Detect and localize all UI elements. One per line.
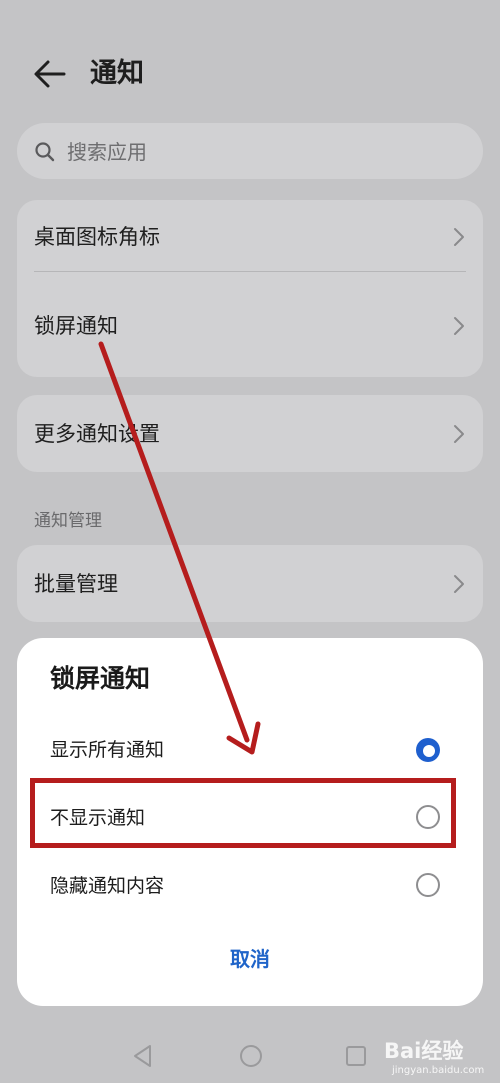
row-lockscreen-notification-label[interactable]: 锁屏通知 <box>34 311 118 341</box>
watermark-logo: Bai经验 <box>384 1039 464 1063</box>
radio-hide-content[interactable] <box>416 873 440 897</box>
option-hide-content-label[interactable]: 隐藏通知内容 <box>50 872 164 900</box>
back-arrow-icon[interactable] <box>30 56 70 92</box>
chevron-right-icon <box>454 228 464 246</box>
radio-show-all[interactable] <box>416 738 440 762</box>
page-title: 通知 <box>90 58 144 89</box>
annotation-highlight-box <box>30 778 456 848</box>
divider <box>34 271 466 272</box>
search-placeholder: 搜索应用 <box>67 140 147 164</box>
row-desktop-badge-label[interactable]: 桌面图标角标 <box>34 222 160 252</box>
chevron-right-icon <box>454 575 464 593</box>
nav-home-icon[interactable] <box>238 1043 264 1069</box>
cancel-button[interactable]: 取消 <box>190 942 310 976</box>
section-label-notification-management: 通知管理 <box>34 511 102 531</box>
nav-recent-icon[interactable] <box>344 1044 368 1068</box>
option-show-all-label[interactable]: 显示所有通知 <box>50 736 164 764</box>
watermark-url: jingyan.baidu.com <box>392 1065 485 1076</box>
chevron-right-icon <box>454 317 464 335</box>
search-icon <box>35 142 55 162</box>
row-more-settings-label[interactable]: 更多通知设置 <box>34 419 160 449</box>
nav-back-icon[interactable] <box>130 1043 156 1069</box>
chevron-right-icon <box>454 425 464 443</box>
dialog-title: 锁屏通知 <box>50 664 151 693</box>
row-batch-manage-label[interactable]: 批量管理 <box>34 569 118 599</box>
